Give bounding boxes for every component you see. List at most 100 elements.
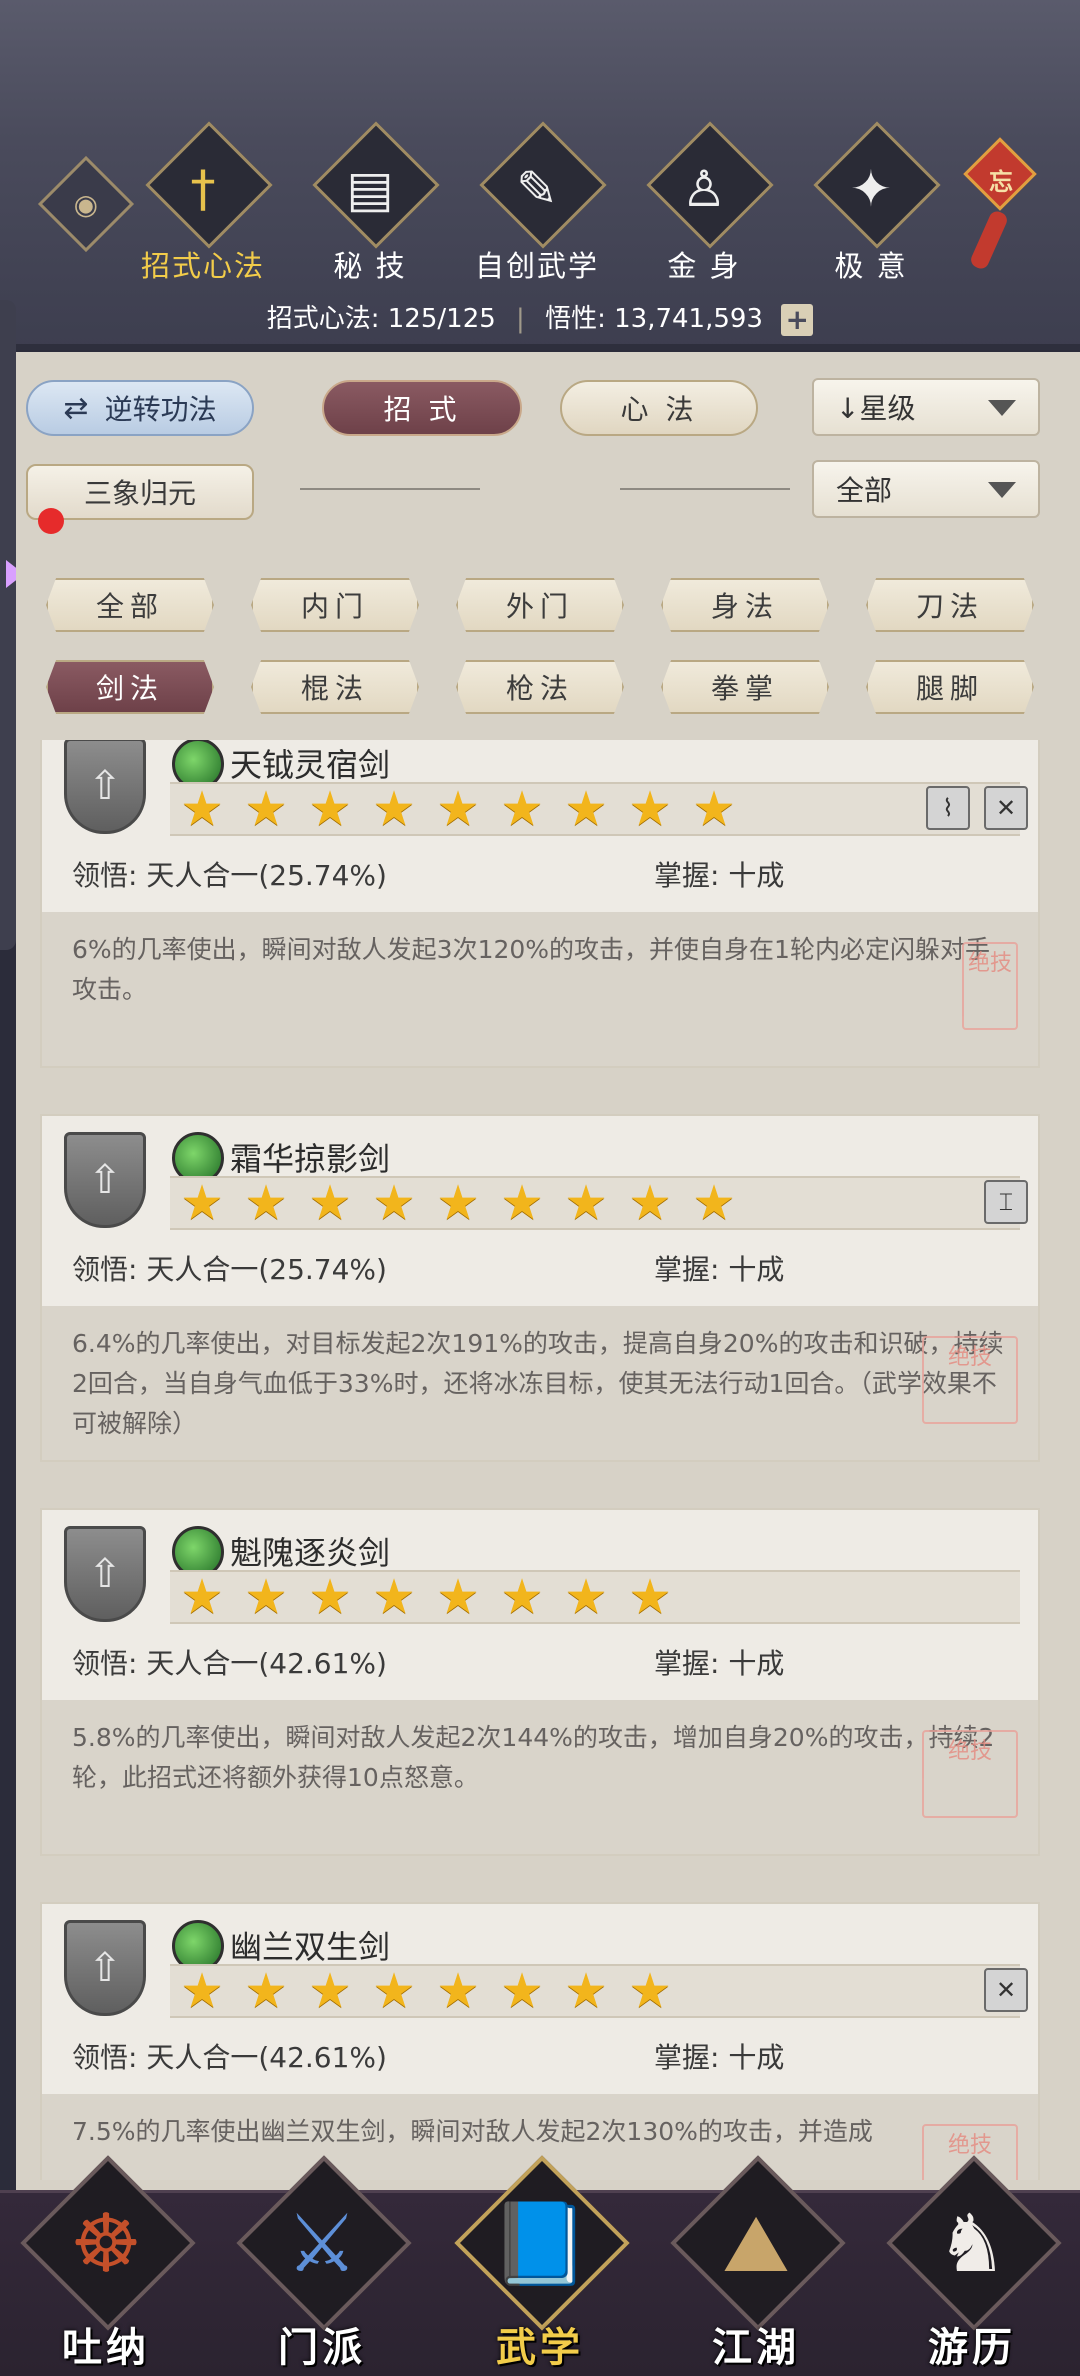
tab-label: 金 身 xyxy=(667,249,741,283)
mastery: 掌握: 十成 xyxy=(654,1253,785,1286)
eye-icon[interactable]: ◉ xyxy=(37,155,135,253)
star-icon: ★ xyxy=(500,1963,544,2019)
star-icon: ★ xyxy=(180,781,224,837)
swap-icon: ⇄ xyxy=(63,390,89,426)
tab-ultimate-intent[interactable]: ✦ 极 意 xyxy=(806,121,941,285)
chip-movement[interactable]: 身法 xyxy=(661,578,829,632)
star-icon: ★ xyxy=(372,1569,416,1625)
add-insight-button[interactable]: + xyxy=(781,303,814,336)
tab-self-created[interactable]: ✎ 自创武学 xyxy=(472,121,607,285)
insight-value: 13,741,593 xyxy=(614,304,763,334)
chip-staff[interactable]: 棍法 xyxy=(251,660,419,714)
tab-label: 极 意 xyxy=(834,249,908,283)
scope-dropdown[interactable]: 全部 xyxy=(812,460,1040,518)
skill-name: 天钺灵宿剑 xyxy=(230,746,391,784)
star-icon: ★ xyxy=(564,1963,608,2019)
upgrade-shield-icon[interactable]: ⇧ xyxy=(64,740,146,834)
mastery: 掌握: 十成 xyxy=(654,859,785,892)
skill-name: 霜华掠影剑 xyxy=(230,1140,391,1178)
trait-icon-b[interactable]: ✕ xyxy=(984,786,1028,830)
bottom-nav: ☸ 吐纳 ⚔ 门派 📘 武学 ⛰ 江湖 ♞ 游历 xyxy=(0,2155,1080,2376)
sword-icon: † xyxy=(190,160,216,218)
star-icon: ★ xyxy=(436,1963,480,2019)
tab-mind[interactable]: 心 法 xyxy=(560,380,758,436)
chip-all[interactable]: 全部 xyxy=(46,578,214,632)
star-icon: ★ xyxy=(692,1175,736,1231)
chip-leg[interactable]: 腿脚 xyxy=(866,660,1034,714)
star-icon: ★ xyxy=(180,1569,224,1625)
star-icon: ★ xyxy=(372,1175,416,1231)
upgrade-shield-icon[interactable]: ⇧ xyxy=(64,1526,146,1622)
skill-card[interactable]: ⇧ 魁隗逐炎剑 ★ ★ ★ ★ ★ ★ ★ ★ 领悟: 天人合一(42.61%) 掌握: 十成… xyxy=(40,1508,1040,1856)
nav-sect[interactable]: ⚔ 门派 xyxy=(232,2155,412,2373)
tab-golden-body[interactable]: ♙ 金 身 xyxy=(639,121,774,285)
skill-name: 魁隗逐炎剑 xyxy=(230,1534,391,1572)
skill-list[interactable]: ⇧ 天钺灵宿剑 ★ ★ ★ ★ ★ ★ ★ ★ ★ ⌇ ✕ 领悟: 天人合一(25.74%) 掌… xyxy=(40,740,1040,2180)
side-drawer-tab[interactable] xyxy=(0,300,16,950)
trait-icon-c[interactable]: ⌶ xyxy=(984,1180,1028,1224)
nav-jianghu[interactable]: ⛰ 江湖 xyxy=(666,2155,846,2373)
chevron-down-icon xyxy=(988,482,1016,498)
seal-stamp: 绝技 xyxy=(962,942,1018,1030)
horse-icon: ♞ xyxy=(936,2197,1008,2290)
skills-count-value: 125/125 xyxy=(387,304,496,334)
chip-sword[interactable]: 剑法 xyxy=(46,660,214,714)
star-icon: ★ xyxy=(628,1569,672,1625)
insight-label: 悟性: xyxy=(545,304,606,334)
chip-blade[interactable]: 刀法 xyxy=(866,578,1034,632)
chinese-knot-icon[interactable]: 忘 xyxy=(963,118,1037,272)
star-icon: ★ xyxy=(628,1963,672,2019)
trait-icon-b[interactable]: ✕ xyxy=(984,1968,1028,2012)
skill-description: 6%的几率使出，瞬间对敌人发起3次120%的攻击，并使自身在1轮内必定闪躲对手攻… xyxy=(42,912,1038,1066)
tab-label: 秘 技 xyxy=(333,249,407,283)
notification-dot xyxy=(38,508,64,534)
star-icon: ★ xyxy=(500,1175,544,1231)
sort-dropdown[interactable]: ↓星级 xyxy=(812,378,1040,436)
star-icon: ★ xyxy=(564,1569,608,1625)
star-rating: ★ ★ ★ ★ ★ ★ ★ ★ ★ xyxy=(170,781,1020,837)
martial-book-icon: 📘 xyxy=(490,2197,590,2290)
book-icon: ▤ xyxy=(346,160,394,218)
comprehension: 领悟: 天人合一(25.74%) xyxy=(72,859,387,892)
skill-card[interactable]: ⇧ 天钺灵宿剑 ★ ★ ★ ★ ★ ★ ★ ★ ★ ⌇ ✕ 领悟: 天人合一(25.74%) 掌… xyxy=(40,740,1040,1068)
reverse-technique-button[interactable]: ⇄ 逆转功法 xyxy=(26,380,254,436)
star-icon: ★ xyxy=(244,781,288,837)
mastery: 掌握: 十成 xyxy=(654,2041,785,2074)
trait-icon-a[interactable]: ⌇ xyxy=(926,786,970,830)
skill-description: 6.4%的几率使出，对目标发起2次191%的攻击，提高自身20%的攻击和识破，持… xyxy=(42,1306,1038,1460)
chip-inner[interactable]: 内门 xyxy=(251,578,419,632)
comprehension: 领悟: 天人合一(42.61%) xyxy=(72,2041,387,2074)
upgrade-shield-icon[interactable]: ⇧ xyxy=(64,1132,146,1228)
star-rating: ★ ★ ★ ★ ★ ★ ★ ★ xyxy=(170,1569,1020,1625)
nav-martial-arts[interactable]: 📘 武学 xyxy=(450,2155,630,2373)
skill-card[interactable]: ⇧ 幽兰双生剑 ★ ★ ★ ★ ★ ★ ★ ★ ✕ 领悟: 天人合一(42.61%) 掌握: … xyxy=(40,1902,1040,2180)
chip-fist[interactable]: 拳掌 xyxy=(661,660,829,714)
meditation-icon: ♙ xyxy=(681,160,727,218)
mastery: 掌握: 十成 xyxy=(654,1647,785,1680)
sect-icon: ⚔ xyxy=(286,2197,358,2290)
star-rating: ★ ★ ★ ★ ★ ★ ★ ★ ★ xyxy=(170,1175,1020,1231)
tab-moves[interactable]: 招 式 xyxy=(322,380,522,436)
star-icon: ★ xyxy=(244,1963,288,2019)
chip-spear[interactable]: 枪法 xyxy=(456,660,624,714)
chip-outer[interactable]: 外门 xyxy=(456,578,624,632)
tab-moves-mindset[interactable]: † 招式心法 xyxy=(138,121,273,285)
star-icon: ★ xyxy=(308,1175,352,1231)
scroll-icon: ✎ xyxy=(516,160,558,218)
skill-card[interactable]: ⇧ 霜华掠影剑 ★ ★ ★ ★ ★ ★ ★ ★ ★ ⌶ 领悟: 天人合一(25.74%) 掌握:… xyxy=(40,1114,1040,1462)
star-icon: ★ xyxy=(564,781,608,837)
star-icon: ★ xyxy=(308,1963,352,2019)
star-icon: ★ xyxy=(436,1569,480,1625)
star-icon: ★ xyxy=(436,781,480,837)
star-icon: ★ xyxy=(244,1175,288,1231)
skill-name: 幽兰双生剑 xyxy=(230,1928,391,1966)
star-icon: ★ xyxy=(308,1569,352,1625)
nav-travel[interactable]: ♞ 游历 xyxy=(882,2155,1062,2373)
tab-secret-skills[interactable]: ▤ 秘 技 xyxy=(305,121,440,285)
star-icon: ★ xyxy=(692,781,736,837)
upgrade-shield-icon[interactable]: ⇧ xyxy=(64,1920,146,2016)
tab-label: 自创武学 xyxy=(474,249,599,283)
nav-breathing[interactable]: ☸ 吐纳 xyxy=(16,2155,196,2373)
star-icon: ★ xyxy=(180,1175,224,1231)
meditating-monk-icon: ☸ xyxy=(70,2197,142,2290)
